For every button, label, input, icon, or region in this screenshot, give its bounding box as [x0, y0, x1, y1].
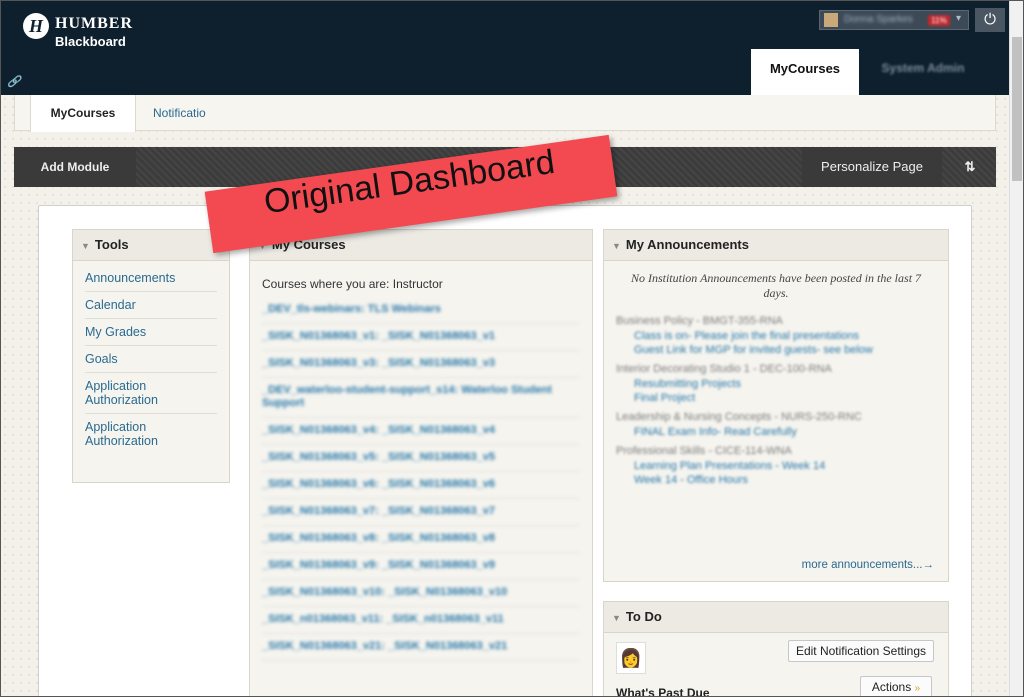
edit-notification-settings-button[interactable]: Edit Notification Settings: [788, 640, 934, 662]
chevron-double-down-icon: »: [914, 683, 921, 694]
sub-navigation: MyCourses Notificatio: [14, 95, 996, 132]
collapse-caret-icon: ▼: [81, 241, 90, 251]
actions-label: Actions: [871, 680, 912, 694]
subtab-mycourses[interactable]: MyCourses: [30, 95, 136, 132]
announcement-course: Leadership & Nursing Concepts - NURS-250…: [616, 411, 862, 423]
logo-text-blackboard: Blackboard: [55, 34, 126, 49]
todo-title: To Do: [625, 609, 662, 624]
subtab-notifications[interactable]: Notificatio: [153, 95, 206, 131]
announcement-course: Interior Decorating Studio 1 - DEC-100-R…: [616, 363, 832, 375]
tools-module-header[interactable]: ▼ Tools: [73, 230, 229, 261]
course-link[interactable]: _SISK_N01368063_v4: _SISK_N01368063_v4: [262, 418, 580, 445]
announcement-course: Business Policy - BMGT-355-RNA: [616, 315, 783, 327]
top-header: H HUMBER Blackboard 🔗 Donna Sparkes 11% …: [1, 1, 1009, 95]
reorder-icon[interactable]: ⇅: [950, 147, 990, 187]
tools-item-calendar[interactable]: Calendar: [85, 292, 217, 319]
personalize-page-button[interactable]: Personalize Page: [802, 147, 942, 187]
user-name: Donna Sparkes: [844, 14, 913, 25]
tools-item-my-grades[interactable]: My Grades: [85, 319, 217, 346]
humber-logo-icon: H: [23, 13, 49, 39]
collapse-caret-icon: ▼: [612, 241, 621, 251]
course-link[interactable]: _SISK_N01368063_v9: _SISK_N01368063_v9: [262, 553, 580, 580]
logo-text-humber: HUMBER: [55, 15, 133, 32]
course-link[interactable]: _DEV_waterloo-student-support_s14: Water…: [262, 378, 580, 418]
tab-system-admin[interactable]: System Admin: [863, 49, 983, 89]
courses-role-label: Courses where you are: Instructor: [262, 277, 443, 291]
page-body: MyCourses Notificatio Original Dashboard…: [1, 95, 1009, 696]
announcement-link[interactable]: Learning Plan Presentations - Week 14: [604, 459, 948, 473]
todo-module: ▼ To Do 👩 Edit Notification Settings Acti…: [603, 601, 949, 696]
course-link[interactable]: _DEV_tls-webinars: TLS Webinars: [262, 297, 580, 324]
tools-item-announcements[interactable]: Announcements: [85, 265, 217, 292]
course-link[interactable]: _SISK_N01368063_v3: _SISK_N01368063_v3: [262, 351, 580, 378]
announcement-course: Professional Skills - CICE-114-WNA: [616, 445, 792, 457]
course-link[interactable]: _SISK_N01368063_v6: _SISK_N01368063_v6: [262, 472, 580, 499]
whats-past-due-heading[interactable]: What's Past Due: [616, 686, 710, 696]
course-link[interactable]: _SISK_N01368063_v7: _SISK_N01368063_v7: [262, 499, 580, 526]
course-link[interactable]: _SISK_N01368063_v5: _SISK_N01368063_v5: [262, 445, 580, 472]
vertical-scrollbar[interactable]: [1009, 1, 1023, 696]
announcement-link[interactable]: Guest Link for MGP for invited guests- s…: [604, 343, 948, 357]
my-announcements-module: ▼ My Announcements No Institution Announc…: [603, 229, 949, 582]
announcement-link[interactable]: Resubmitting Projects: [604, 377, 948, 391]
logout-power-icon[interactable]: ⏻: [975, 8, 1005, 32]
todo-module-header[interactable]: ▼ To Do: [604, 602, 948, 633]
more-announcements-link[interactable]: more announcements...→: [802, 559, 934, 571]
link-icon[interactable]: 🔗: [7, 75, 21, 88]
course-link[interactable]: _SISK_N01368063_v10: _SISK_N01368063_v10: [262, 580, 580, 607]
my-courses-module: ▼My Courses Courses where you are: Instr…: [249, 229, 593, 696]
tools-list: Announcements Calendar My Grades Goals A…: [73, 261, 229, 454]
announcement-link[interactable]: Week 14 - Office Hours: [604, 473, 948, 487]
user-menu[interactable]: Donna Sparkes 11% ▾: [819, 10, 969, 30]
announcement-link[interactable]: FINAL Exam Info- Read Carefully: [604, 425, 948, 439]
course-link[interactable]: _SISK_N01368063_v1: _SISK_N01368063_v1: [262, 324, 580, 351]
tools-title: Tools: [94, 237, 129, 252]
browser-frame: H HUMBER Blackboard 🔗 Donna Sparkes 11% …: [0, 0, 1024, 697]
announcements-module-header[interactable]: ▼ My Announcements: [604, 230, 948, 261]
scrollbar-thumb[interactable]: [1012, 37, 1022, 181]
announcement-link[interactable]: Class is on- Please join the final prese…: [604, 329, 948, 343]
avatar-icon: 👩: [616, 642, 646, 674]
tools-item-application-authorization-2[interactable]: Application Authorization: [85, 414, 217, 454]
actions-button[interactable]: Actions »: [860, 676, 932, 696]
course-link[interactable]: _SISK_N01368063_v8: _SISK_N01368063_v8: [262, 526, 580, 553]
modules-container: ▼ Tools Announcements Calendar My Grades …: [38, 205, 972, 696]
tools-module: ▼ Tools Announcements Calendar My Grades …: [72, 229, 230, 483]
tab-mycourses[interactable]: MyCourses: [751, 49, 859, 95]
add-module-button[interactable]: Add Module: [14, 147, 136, 187]
chevron-down-icon: ▾: [956, 13, 962, 24]
tools-item-application-authorization[interactable]: Application Authorization: [85, 373, 217, 414]
course-link[interactable]: _SISK_N01368063_v21: _SISK_N01368063_v21: [262, 634, 580, 661]
collapse-caret-icon: ▼: [612, 613, 621, 623]
user-avatar: [824, 13, 838, 27]
institution-announcements-note: No Institution Announcements have been p…: [630, 271, 922, 300]
course-link[interactable]: _SISK_n01368063_v11: _SISK_n01368063_v11: [262, 607, 580, 634]
notification-badge: 11%: [928, 15, 950, 26]
tools-item-goals[interactable]: Goals: [85, 346, 217, 373]
announcements-title: My Announcements: [625, 237, 749, 252]
announcement-link[interactable]: Final Project: [604, 391, 948, 405]
